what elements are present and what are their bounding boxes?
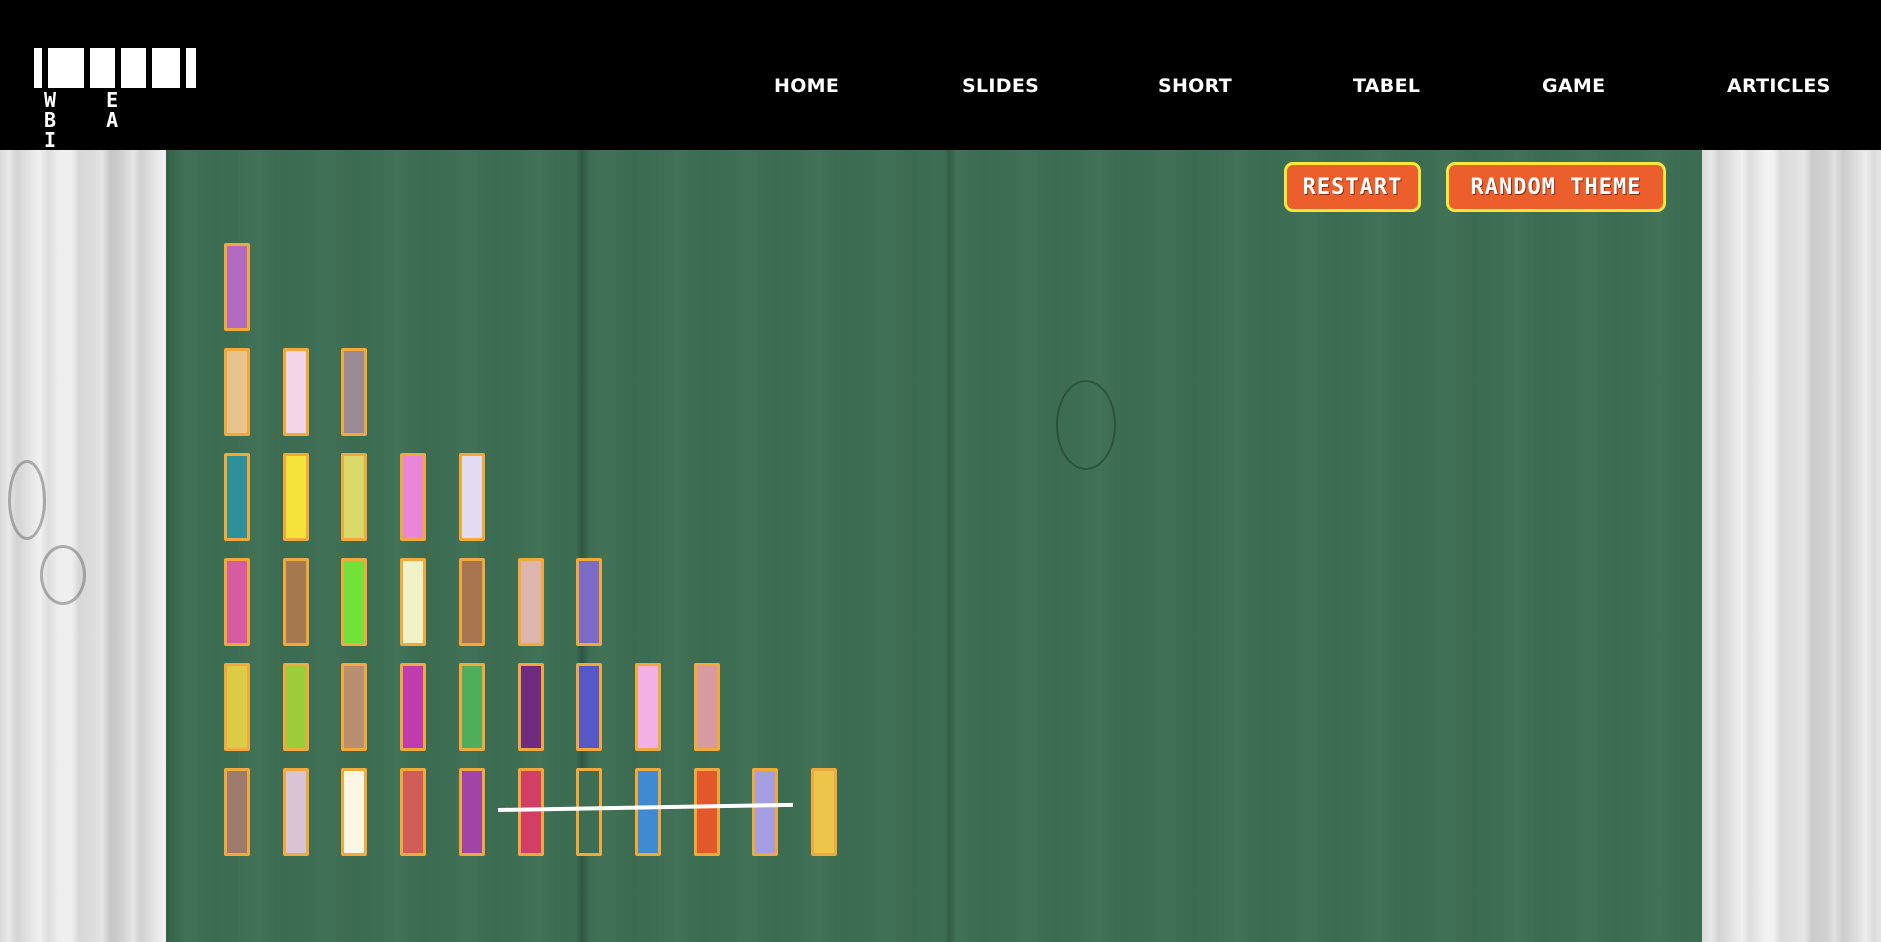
logo-text: W E B A I: [44, 88, 138, 152]
stick[interactable]: [341, 558, 368, 646]
stick[interactable]: [341, 453, 368, 541]
stick[interactable]: [693, 768, 720, 856]
stick[interactable]: [576, 663, 603, 751]
stick[interactable]: [224, 558, 250, 646]
nav-slides[interactable]: SLIDES: [962, 74, 1039, 98]
stick[interactable]: [634, 663, 661, 751]
stick[interactable]: [224, 243, 250, 331]
stick[interactable]: [576, 768, 603, 856]
stick[interactable]: [458, 453, 485, 541]
stick[interactable]: [458, 663, 485, 751]
nav-articles[interactable]: ARTICLES: [1727, 74, 1831, 98]
stick[interactable]: [811, 768, 837, 856]
nav-home[interactable]: HOME: [774, 74, 839, 98]
stick[interactable]: [282, 558, 309, 646]
site-header: W E B A I HOME SLIDES SHORT TABEL GAME A…: [0, 0, 1881, 150]
nav-short[interactable]: SHORT: [1158, 74, 1232, 98]
stick[interactable]: [341, 663, 368, 751]
stick[interactable]: [224, 663, 250, 751]
stick[interactable]: [400, 768, 427, 856]
stick[interactable]: [282, 768, 309, 856]
nav-tabel[interactable]: TABEL: [1353, 74, 1420, 98]
stick[interactable]: [224, 348, 250, 436]
wood-panel-left: [0, 150, 166, 942]
wood-knot: [40, 545, 86, 605]
main-nav: HOME SLIDES SHORT TABEL GAME ARTICLES: [0, 74, 1881, 98]
stick[interactable]: [752, 768, 779, 856]
stick[interactable]: [517, 558, 544, 646]
stick[interactable]: [282, 663, 309, 751]
random-theme-button[interactable]: RANDOM THEME: [1446, 162, 1666, 212]
stick[interactable]: [400, 663, 427, 751]
stick[interactable]: [224, 453, 250, 541]
stick[interactable]: [634, 768, 661, 856]
stick[interactable]: [693, 663, 720, 751]
stick[interactable]: [282, 348, 309, 436]
stick[interactable]: [517, 768, 544, 856]
stick[interactable]: [341, 768, 368, 856]
stick[interactable]: [400, 453, 427, 541]
stick[interactable]: [458, 558, 485, 646]
stick[interactable]: [224, 768, 250, 856]
wood-panel-right: [1702, 150, 1881, 942]
wood-knot: [1056, 380, 1116, 470]
stick[interactable]: [517, 663, 544, 751]
restart-button[interactable]: RESTART: [1284, 162, 1421, 212]
nav-game[interactable]: GAME: [1542, 74, 1605, 98]
stick[interactable]: [576, 558, 603, 646]
wood-knot: [8, 460, 46, 540]
stick[interactable]: [282, 453, 309, 541]
stick[interactable]: [458, 768, 485, 856]
stick[interactable]: [341, 348, 368, 436]
game-board[interactable]: RESTART RANDOM THEME: [166, 150, 1702, 942]
stick[interactable]: [400, 558, 427, 646]
